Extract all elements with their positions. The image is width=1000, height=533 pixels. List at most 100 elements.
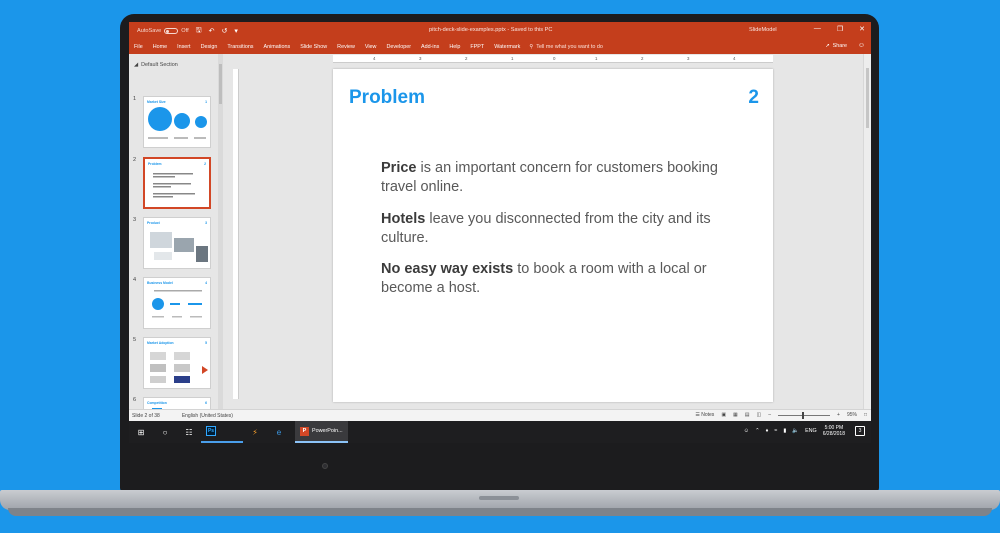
edge-browser-icon[interactable]: e <box>267 421 291 443</box>
zoom-out-icon[interactable]: – <box>768 412 771 418</box>
laptop-base <box>0 490 1000 510</box>
webcam <box>322 463 328 469</box>
normal-view-icon[interactable]: ▣ <box>721 412 726 418</box>
slide-title[interactable]: Problem <box>349 87 425 109</box>
slide-thumbnail-4[interactable]: Business Model 4 <box>143 277 211 329</box>
tab-review[interactable]: Review <box>332 44 360 50</box>
ruler-mark: 1 <box>595 56 598 61</box>
ruler-mark: 1 <box>511 56 514 61</box>
laptop-notch <box>479 496 519 500</box>
ruler-mark: 0 <box>553 56 556 61</box>
thumbnail-art <box>152 290 202 318</box>
feedback-smiley-icon[interactable]: ☺ <box>858 42 865 49</box>
clock-date: 6/28/2018 <box>822 431 845 438</box>
slide-sorter-icon[interactable]: ▦ <box>733 412 738 418</box>
slide-number: 2 <box>748 87 759 108</box>
fit-slide-icon[interactable]: □ <box>864 412 867 418</box>
ruler-mark: 2 <box>465 56 468 61</box>
tab-watermark[interactable]: Watermark <box>489 44 525 50</box>
thumbnails-scrollbar[interactable] <box>218 54 223 409</box>
bullet-point: Price is an important concern for custom… <box>381 159 741 197</box>
tab-home[interactable]: Home <box>148 44 172 50</box>
ruler-mark: 4 <box>373 56 376 61</box>
notes-label: Notes <box>701 412 715 418</box>
bullet-point: No easy way exists to book a room with a… <box>381 260 741 298</box>
restore-icon[interactable]: ❐ <box>837 25 843 33</box>
people-icon[interactable]: ☺ <box>744 428 750 434</box>
save-icon[interactable]: 🖫 <box>196 26 202 37</box>
section-title: Default Section <box>141 62 178 68</box>
slide-body-text[interactable]: Price is an important concern for custom… <box>381 159 741 311</box>
ruler-mark: 4 <box>733 56 736 61</box>
tab-transitions[interactable]: Transitions <box>222 44 258 50</box>
collapse-triangle-icon: ◢ <box>134 62 139 68</box>
zoom-in-icon[interactable]: + <box>837 412 840 418</box>
laptop-base-bottom <box>8 508 992 516</box>
slide-thumbnail-1[interactable]: Market Size 1 <box>143 96 211 148</box>
tab-file[interactable]: File <box>129 44 148 50</box>
share-label: Share <box>832 43 847 49</box>
taskbar-photoshop[interactable]: Ps <box>201 421 243 443</box>
notes-icon: ☰ <box>695 412 700 418</box>
redo-icon[interactable]: ↺ <box>221 27 227 35</box>
notes-button[interactable]: ☰ Notes <box>695 412 714 418</box>
tab-help[interactable]: Help <box>444 44 465 50</box>
tab-design[interactable]: Design <box>196 44 223 50</box>
tab-fppt[interactable]: FPPT <box>465 44 489 50</box>
taskbar-powerpoint[interactable]: P PowerPoin... <box>295 421 348 443</box>
tab-animations[interactable]: Animations <box>259 44 296 50</box>
editor-vertical-scrollbar[interactable] <box>863 54 871 409</box>
thumbnail-art <box>153 173 195 198</box>
thumbnail-number: 6 <box>133 397 137 403</box>
current-slide[interactable]: Problem 2 Price is an important concern … <box>333 69 773 402</box>
window-controls: — ❐ ✕ <box>814 25 865 33</box>
status-bar: Slide 2 of 38 English (United States) ☰ … <box>129 409 871 421</box>
cortana-circle-icon[interactable]: ○ <box>153 421 177 443</box>
dropbox-icon[interactable]: ♦ <box>766 428 769 434</box>
share-button[interactable]: ↗ Share <box>825 43 847 49</box>
language-indicator[interactable]: English (United States) <box>182 413 233 419</box>
system-clock[interactable]: 5:00 PM 6/28/2018 <box>823 425 845 438</box>
tab-add-ins[interactable]: Add-ins <box>416 44 444 50</box>
wifi-icon[interactable]: ≈ <box>774 428 777 434</box>
input-language[interactable]: ENG <box>805 428 817 434</box>
zoom-level[interactable]: 95% <box>847 412 857 418</box>
thumbnail-number: 3 <box>133 217 137 223</box>
autosave-state: Off <box>181 28 189 34</box>
slide-thumbnail-5[interactable]: Market Adoption 5 <box>143 337 211 389</box>
customize-quick-access-icon[interactable]: ▾ <box>234 27 238 35</box>
autosave-control[interactable]: AutoSave Off <box>137 28 189 34</box>
action-center-icon[interactable]: 3 <box>855 426 865 436</box>
tab-developer[interactable]: Developer <box>381 44 416 50</box>
bullet-keyword: Price <box>381 160 417 176</box>
thumbnail-art <box>150 352 208 383</box>
battery-icon[interactable]: ▮ <box>783 428 786 434</box>
slide-thumbnail-2[interactable]: Problem 2 <box>143 157 211 209</box>
bullet-text: leave you disconnected from the city and… <box>381 210 711 246</box>
tell-me-search[interactable]: ⚲ Tell me what you want to do <box>529 44 602 50</box>
windows-start-icon[interactable]: ⊞ <box>129 421 153 443</box>
powerpoint-icon: P <box>300 426 309 436</box>
sublime-text-icon[interactable]: ⚡ <box>243 421 267 443</box>
zoom-slider[interactable] <box>778 411 831 419</box>
task-view-icon[interactable]: ☷ <box>177 421 201 443</box>
screen: AutoSave Off 🖫 ↶ ↺ ▾ pitch-deck-slide-ex… <box>129 22 871 443</box>
bullet-keyword: Hotels <box>381 210 426 227</box>
undo-icon[interactable]: ↶ <box>209 27 215 35</box>
title-bar: AutoSave Off 🖫 ↶ ↺ ▾ pitch-deck-slide-ex… <box>129 22 871 40</box>
ruler-mark: 2 <box>641 56 644 61</box>
tab-slide-show[interactable]: Slide Show <box>295 44 332 50</box>
slide-thumbnail-3[interactable]: Product 3 <box>143 217 211 269</box>
minimize-icon[interactable]: — <box>814 25 821 33</box>
horizontal-ruler: 4 3 2 1 0 1 2 3 4 <box>333 55 773 63</box>
tab-view[interactable]: View <box>360 44 382 50</box>
autosave-toggle[interactable] <box>164 28 179 34</box>
slide-show-icon[interactable]: ◫ <box>757 412 762 418</box>
status-right-controls: ☰ Notes ▣ ▦ ▤ ◫ – + 95% □ <box>695 411 867 419</box>
section-header[interactable]: ◢ Default Section <box>134 62 178 68</box>
tab-insert[interactable]: Insert <box>172 44 195 50</box>
show-hidden-icons-icon[interactable]: ⌃ <box>755 428 760 434</box>
reading-view-icon[interactable]: ▤ <box>745 412 750 418</box>
volume-icon[interactable]: 🔈 <box>792 428 799 434</box>
close-icon[interactable]: ✕ <box>859 25 865 33</box>
